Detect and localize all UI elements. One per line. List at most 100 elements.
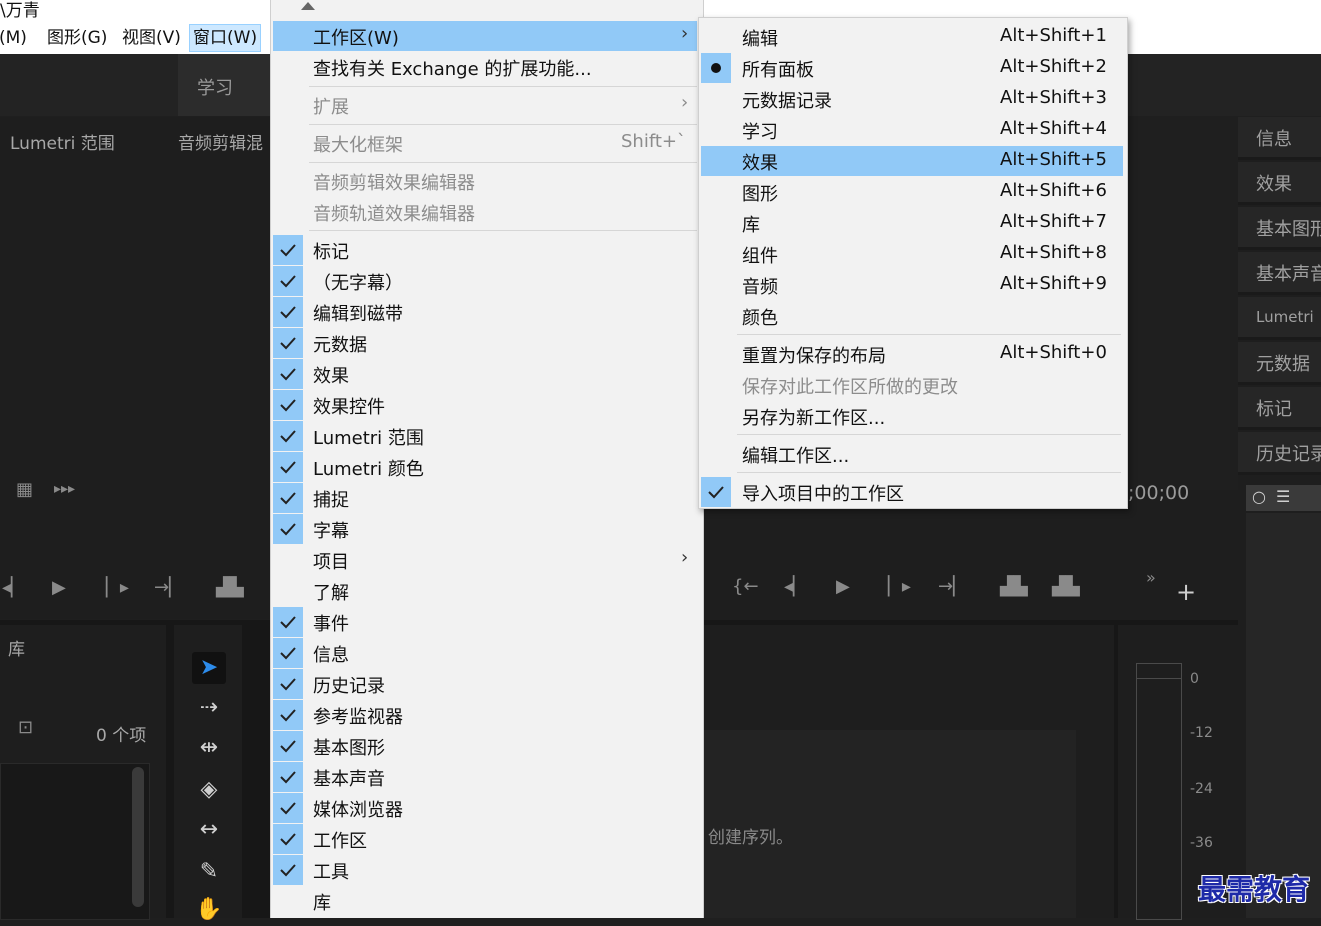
window-menu-item[interactable]: 库 [271,886,703,916]
window-menu-item[interactable]: 媒体浏览器 [271,793,703,823]
track-select-tool-icon[interactable]: ⇢ [192,692,226,724]
window-menu-item[interactable]: 捕捉 [271,483,703,513]
pen-tool-icon[interactable]: ✎ [192,856,226,888]
workspace-menu-item[interactable]: 音频 Alt+Shift+9 [699,270,1127,300]
menu-separator [309,162,697,163]
window-menu-item[interactable]: 工具 [271,855,703,885]
library-tab[interactable]: 库 [8,635,25,660]
rp-tab-essential-sound[interactable]: 基本声音 [1238,252,1321,295]
workspace-menu-item[interactable]: 重置为保存的布局 Alt+Shift+0 [699,339,1127,369]
checkmark-icon [273,421,303,451]
window-menu-item[interactable]: 项目 › [271,545,703,575]
workspace-menu-item-label: 所有面板 [742,60,814,81]
menu-marker[interactable]: (M) [0,25,30,51]
rp-tab-lumetri[interactable]: Lumetri [1238,297,1321,340]
library-search-icon[interactable]: ⊡ [18,717,33,738]
insert-icon[interactable]: ▟▙ [216,577,244,598]
workspace-menu-item[interactable]: 导入项目中的工作区 [699,477,1127,507]
window-menu-item[interactable]: 历史记录 [271,669,703,699]
workspace-menu-item[interactable]: 效果 Alt+Shift+5 [701,146,1123,176]
window-menu-item[interactable]: 参考监视器 [271,700,703,730]
play-icon[interactable]: ▶ [52,577,66,598]
window-menu-item[interactable]: Lumetri 颜色 [271,452,703,482]
ripple-edit-tool-icon[interactable]: ⇹ [192,732,226,764]
menu-graphics[interactable]: 图形(G) [44,25,110,51]
go-to-out-icon-2[interactable]: →▏ [938,576,967,597]
window-menu-item[interactable]: 效果控件 [271,390,703,420]
window-menu-item-label: 编辑到磁带 [313,304,403,325]
rp-tab-effects[interactable]: 效果 [1238,162,1321,205]
workspace-menu-item[interactable]: 另存为新工作区... [699,401,1127,431]
window-menu-item[interactable]: 标记 [271,235,703,265]
rp-tab-history[interactable]: 历史记录 [1238,432,1321,475]
window-menu-item[interactable]: 查找有关 Exchange 的扩展功能... [271,52,703,82]
tab-lumetri-scope[interactable]: Lumetri 范围 [10,129,115,154]
window-menu-item-label: 工作区(W) [313,28,399,49]
rp-tab-essential-graphics[interactable]: 基本图形 [1238,207,1321,250]
menu-window[interactable]: 窗口(W) [189,24,262,52]
extract-icon[interactable]: ▟▙ [1052,576,1080,597]
lift-icon[interactable]: ▟▙ [1000,576,1028,597]
workspace-menu-item[interactable]: 元数据记录 Alt+Shift+3 [699,84,1127,114]
go-to-out-icon[interactable]: →▏ [154,577,183,598]
library-scrollbar[interactable] [132,767,144,907]
window-menu-item[interactable]: 基本声音 [271,762,703,792]
scroll-up-icon[interactable] [301,2,315,10]
rp-tab-markers[interactable]: 标记 [1238,387,1321,430]
checkmark-icon [273,669,303,699]
marker-icon[interactable]: ▸▸▸ [54,481,75,497]
workspace-menu-item-label: 重置为保存的布局 [742,346,886,367]
window-menu-item[interactable]: 编辑到磁带 [271,297,703,327]
window-menu-item[interactable]: 事件 [271,607,703,637]
film-icon[interactable]: ▦ [16,479,33,500]
workspace-menu-item[interactable]: 编辑 Alt+Shift+1 [699,22,1127,52]
workspace-menu-item[interactable]: 所有面板 Alt+Shift+2 [699,53,1127,83]
window-menu-item[interactable]: 元数据 [271,328,703,358]
window-menu-item-label: 库 [313,893,331,914]
window-menu-item[interactable]: Lumetri 范围 [271,421,703,451]
step-forward-icon-2[interactable]: ▏▸ [888,576,911,597]
workspace-menu-item[interactable]: 图形 Alt+Shift+6 [699,177,1127,207]
workspace-menu-item[interactable]: 学习 Alt+Shift+4 [699,115,1127,145]
workspace-menu-item[interactable]: 颜色 [699,301,1127,331]
source-monitor-panel: Lumetri 范围 音频剪辑混 ▦ ▸▸▸ ◂▏ ▶ ▏▸ →▏ ▟▙ [0,117,270,619]
workspace-menu-item-shortcut: Alt+Shift+1 [1000,25,1107,46]
selection-tool-icon[interactable]: ➤ [192,652,226,684]
rp-tab-info[interactable]: 信息 [1238,117,1321,160]
window-menu-item[interactable]: 工作区 [271,824,703,854]
history-entry[interactable]: ○ ☰ [1246,485,1321,511]
window-menu-item[interactable]: （无字幕） [271,266,703,296]
program-timecode: ;00;00 [1128,482,1190,504]
workspace-menu-item[interactable]: 编辑工作区... [699,439,1127,469]
more-controls-icon[interactable]: » [1146,568,1156,587]
window-menu-item[interactable]: 基本图形 [271,731,703,761]
workspace-menu-item[interactable]: 库 Alt+Shift+7 [699,208,1127,238]
window-menu-item[interactable]: 字幕 [271,514,703,544]
step-back-icon[interactable]: ◂▏ [2,577,25,598]
rp-tab-metadata[interactable]: 元数据 [1238,342,1321,385]
razor-tool-icon[interactable]: ◈ [192,774,226,806]
step-forward-icon[interactable]: ▏▸ [106,577,129,598]
menu-view[interactable]: 视图(V) [119,25,184,51]
window-menu-item-label: Lumetri 范围 [313,428,424,449]
workspace-menu-item-label: 组件 [742,246,778,267]
submenu-arrow-icon: › [681,547,689,568]
play-icon-2[interactable]: ▶ [836,576,850,597]
step-back-icon-2[interactable]: ◂▏ [784,576,807,597]
workspace-menu-item[interactable]: 组件 Alt+Shift+8 [699,239,1127,269]
meter-scale-12: -12 [1190,725,1213,741]
window-menu-item-label: 标记 [313,242,349,263]
mark-in-icon[interactable]: {← [732,576,759,597]
tab-audio-clip-mixer[interactable]: 音频剪辑混 [178,129,263,154]
window-menu-item[interactable]: 效果 [271,359,703,389]
window-menu-item[interactable]: 了解 [271,576,703,606]
checkmark-icon [273,700,303,730]
workspace-tab-learn[interactable]: 学习 [197,74,233,100]
window-menu-item[interactable]: 信息 [271,638,703,668]
window-menu-item[interactable]: 工作区(W) › [273,21,697,51]
slip-tool-icon[interactable]: ↔ [192,814,226,846]
window-menu-item: 最大化框架 Shift+` [271,128,703,158]
hand-tool-icon[interactable]: ✋ [192,894,226,926]
workspace-menu-item-label: 编辑工作区... [742,446,850,467]
add-button-icon[interactable]: + [1176,578,1196,606]
